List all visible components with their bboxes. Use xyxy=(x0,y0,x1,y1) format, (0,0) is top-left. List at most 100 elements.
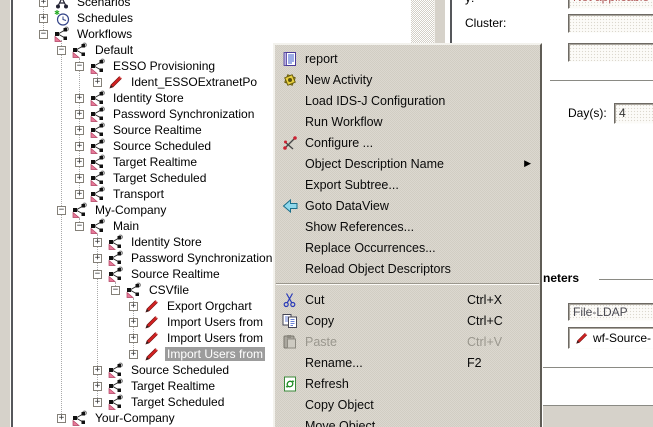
menu-item-report[interactable]: report xyxy=(275,48,540,69)
menu-item-show-references[interactable]: Show References... xyxy=(275,216,540,237)
report-icon xyxy=(282,51,298,67)
workflow-icon xyxy=(54,26,70,42)
workflow-icon xyxy=(90,106,106,122)
menu-item-label: Export Subtree... xyxy=(305,178,399,192)
tree-expander-icon[interactable]: − xyxy=(39,30,48,39)
pencil-icon xyxy=(144,298,160,314)
form-separator xyxy=(550,80,653,81)
tree-expander-icon[interactable]: + xyxy=(75,126,84,135)
tree-expander-icon[interactable]: − xyxy=(75,62,84,71)
tree-expander-icon[interactable]: + xyxy=(75,158,84,167)
menu-separator xyxy=(276,283,539,285)
tree-expander-icon[interactable]: + xyxy=(93,78,102,87)
tree-expander-icon[interactable]: + xyxy=(39,14,48,23)
menu-shortcut: Ctrl+V xyxy=(467,335,502,349)
workflow-icon xyxy=(90,170,106,186)
tree-expander-icon[interactable]: + xyxy=(93,382,102,391)
tree-item-label: Target Realtime xyxy=(129,379,217,393)
cluster-field[interactable] xyxy=(568,14,653,33)
menu-item-label: Rename... xyxy=(305,356,363,370)
cluster-field-2[interactable] xyxy=(568,43,653,62)
menu-item-label: Object Description Name xyxy=(305,157,444,171)
tree-expander-icon[interactable]: + xyxy=(129,318,138,327)
workflow-icon xyxy=(90,186,106,202)
tree-item-label: Source Realtime xyxy=(129,267,222,281)
tree-expander-icon[interactable]: + xyxy=(93,398,102,407)
menu-item-label: Load IDS-J Configuration xyxy=(305,94,445,108)
tree-expander-icon[interactable]: − xyxy=(57,46,66,55)
tree-expander-icon[interactable]: + xyxy=(39,0,48,7)
tree-expander-icon[interactable]: − xyxy=(57,206,66,215)
menu-item-configure[interactable]: Configure ... xyxy=(275,132,540,153)
tree-expander-icon[interactable]: + xyxy=(75,94,84,103)
top-field[interactable]: Not applicable xyxy=(568,0,653,9)
menu-item-cut[interactable]: CutCtrl+X xyxy=(275,289,540,310)
menu-item-move-object[interactable]: Move Object xyxy=(275,415,540,427)
pencil-icon xyxy=(144,314,160,330)
tree-item-label: Scenarios xyxy=(75,0,132,9)
tree-expander-icon[interactable]: + xyxy=(57,414,66,423)
application-window: +Scenarios+Schedules−Workflows−Default−E… xyxy=(0,0,653,427)
menu-icon-spacer xyxy=(282,177,298,193)
tree-item-scenarios[interactable]: + Scenarios xyxy=(13,0,450,10)
menu-item-refresh[interactable]: Refresh xyxy=(275,373,540,394)
menu-item-new-activity[interactable]: New Activity xyxy=(275,69,540,90)
menu-item-label: Configure ... xyxy=(305,136,373,150)
tree-expander-icon[interactable]: + xyxy=(129,302,138,311)
menu-icon-spacer xyxy=(282,261,298,277)
workflow-icon xyxy=(108,362,124,378)
menu-item-label: Run Workflow xyxy=(305,115,383,129)
tree-expander-icon[interactable]: − xyxy=(75,222,84,231)
tree-expander-icon[interactable]: + xyxy=(129,334,138,343)
tree-expander-icon[interactable]: + xyxy=(75,110,84,119)
copy-icon xyxy=(282,313,298,329)
tree-item-label: Export Orgchart xyxy=(165,299,254,313)
parameter-field-wf-source[interactable]: wf-Source- xyxy=(568,327,653,349)
scenarios-icon xyxy=(54,0,70,10)
menu-item-rename[interactable]: Rename...F2 xyxy=(275,352,540,373)
menu-icon-spacer xyxy=(282,114,298,130)
tree-expander-icon[interactable]: + xyxy=(75,190,84,199)
tree-expander-icon[interactable]: + xyxy=(93,366,102,375)
tree-item-label: Ident_ESSOExtranetPo xyxy=(129,75,259,89)
menu-item-object-description-name[interactable]: Object Description Name▶ xyxy=(275,153,540,174)
menu-icon-spacer xyxy=(282,219,298,235)
menu-item-reload-object-descriptors[interactable]: Reload Object Descriptors xyxy=(275,258,540,279)
cut-icon xyxy=(282,292,298,308)
tree-item-label: Import Users from xyxy=(165,347,265,361)
configure-icon xyxy=(282,135,298,151)
tree-item-label: Main xyxy=(111,219,141,233)
tree-vertical-scrollbar[interactable] xyxy=(411,0,434,43)
tree-expander-icon[interactable]: + xyxy=(75,142,84,151)
tree-expander-icon[interactable]: + xyxy=(93,238,102,247)
tree-expander-icon[interactable]: + xyxy=(129,350,138,359)
cluster-label: Cluster: xyxy=(465,16,506,30)
tree-item-label: Identity Store xyxy=(111,91,186,105)
tree-item-label: Password Synchronization xyxy=(129,251,274,265)
tree-item-label: CSVfile xyxy=(147,283,191,297)
menu-item-paste[interactable]: PasteCtrl+V xyxy=(275,331,540,352)
wf-source-value: wf-Source- xyxy=(593,330,651,347)
tree-expander-icon[interactable]: − xyxy=(111,286,120,295)
menu-item-export-subtree[interactable]: Export Subtree... xyxy=(275,174,540,195)
tree-expander-icon[interactable]: − xyxy=(93,270,102,279)
tree-item-label: ESSO Provisioning xyxy=(111,59,217,73)
workflow-icon xyxy=(108,234,124,250)
tree-item-schedules[interactable]: + Schedules xyxy=(13,10,450,26)
workflow-icon xyxy=(108,394,124,410)
workflow-icon xyxy=(90,122,106,138)
panel-separator xyxy=(543,367,653,368)
menu-item-copy-object[interactable]: Copy Object xyxy=(275,394,540,415)
menu-item-goto-dataview[interactable]: Goto DataView xyxy=(275,195,540,216)
tree-scrollbar-edge xyxy=(434,0,445,43)
tree-item-workflows[interactable]: −Workflows xyxy=(13,26,450,42)
menu-item-load-ids-j-configuration[interactable]: Load IDS-J Configuration xyxy=(275,90,540,111)
tree-expander-icon[interactable]: + xyxy=(93,254,102,263)
tree-item-label: Schedules xyxy=(75,11,135,25)
days-field[interactable]: 4 xyxy=(614,103,653,124)
tree-expander-icon[interactable]: + xyxy=(75,174,84,183)
menu-item-run-workflow[interactable]: Run Workflow xyxy=(275,111,540,132)
menu-item-replace-occurrences[interactable]: Replace Occurrences... xyxy=(275,237,540,258)
parameter-field-file[interactable]: File-LDAP xyxy=(568,303,653,321)
menu-item-copy[interactable]: CopyCtrl+C xyxy=(275,310,540,331)
